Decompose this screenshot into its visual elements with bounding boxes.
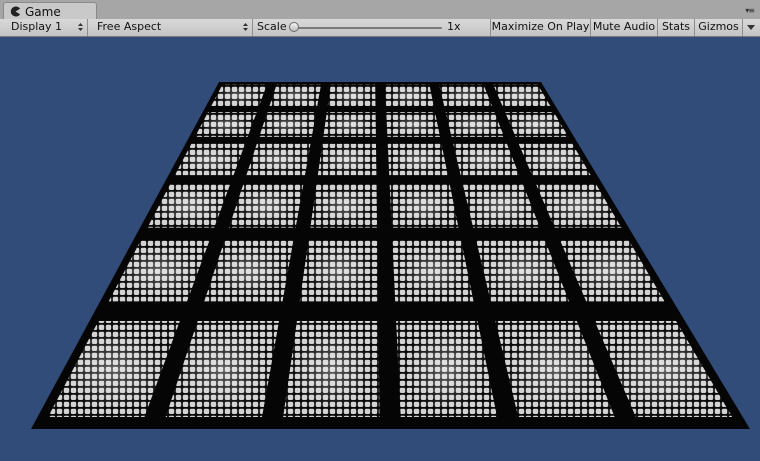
display-dropdown[interactable]: Display 1 xyxy=(0,19,88,36)
tile-highlight xyxy=(386,112,441,137)
tile-highlight xyxy=(317,143,377,176)
scale-value: 1x xyxy=(447,20,461,33)
gizmos-toggle[interactable]: Gizmos xyxy=(695,19,743,36)
tab-title: Game xyxy=(25,5,61,19)
display-value: Display 1 xyxy=(11,20,63,33)
dropdown-arrows-icon xyxy=(243,23,248,31)
aspect-value: Free Aspect xyxy=(97,20,162,33)
scale-label: Scale xyxy=(257,20,287,33)
panel-menu-icon[interactable]: ▾≡ xyxy=(745,6,755,15)
tile-highlight xyxy=(283,321,380,417)
tile-highlight xyxy=(310,184,378,228)
tile-highlight xyxy=(269,84,322,107)
tile-highlight xyxy=(389,184,459,228)
tile-highlight xyxy=(323,112,376,137)
toolbar-divider xyxy=(466,19,491,36)
scale-slider-track[interactable] xyxy=(292,27,442,29)
cobblestone-plane xyxy=(31,82,750,429)
chevron-down-icon xyxy=(747,25,755,30)
tile-highlight xyxy=(387,143,448,176)
tile-highlight xyxy=(327,84,376,107)
tile-highlight xyxy=(439,84,493,107)
aspect-dropdown[interactable]: Free Aspect xyxy=(92,19,253,36)
maximize-on-play-toggle[interactable]: Maximize On Play xyxy=(491,19,591,36)
scale-slider-thumb[interactable] xyxy=(289,22,299,32)
gizmos-dropdown[interactable] xyxy=(743,19,760,36)
stats-toggle[interactable]: Stats xyxy=(658,19,695,36)
game-viewport[interactable] xyxy=(0,37,760,461)
tile-highlight xyxy=(259,112,317,137)
tile-highlight xyxy=(299,240,379,302)
dropdown-arrows-icon xyxy=(78,23,83,31)
tile-highlight xyxy=(246,143,311,176)
game-toolbar: Display 1 Free Aspect Scale 1x Maximize … xyxy=(0,19,760,37)
tab-strip: Game ▾≡ xyxy=(0,0,760,20)
pacman-icon xyxy=(10,6,21,17)
mute-audio-toggle[interactable]: Mute Audio xyxy=(591,19,658,36)
tile-highlight xyxy=(384,84,434,107)
tab-game[interactable]: Game xyxy=(3,2,97,20)
tile-highlight xyxy=(445,112,505,137)
tile-highlight xyxy=(392,240,474,302)
